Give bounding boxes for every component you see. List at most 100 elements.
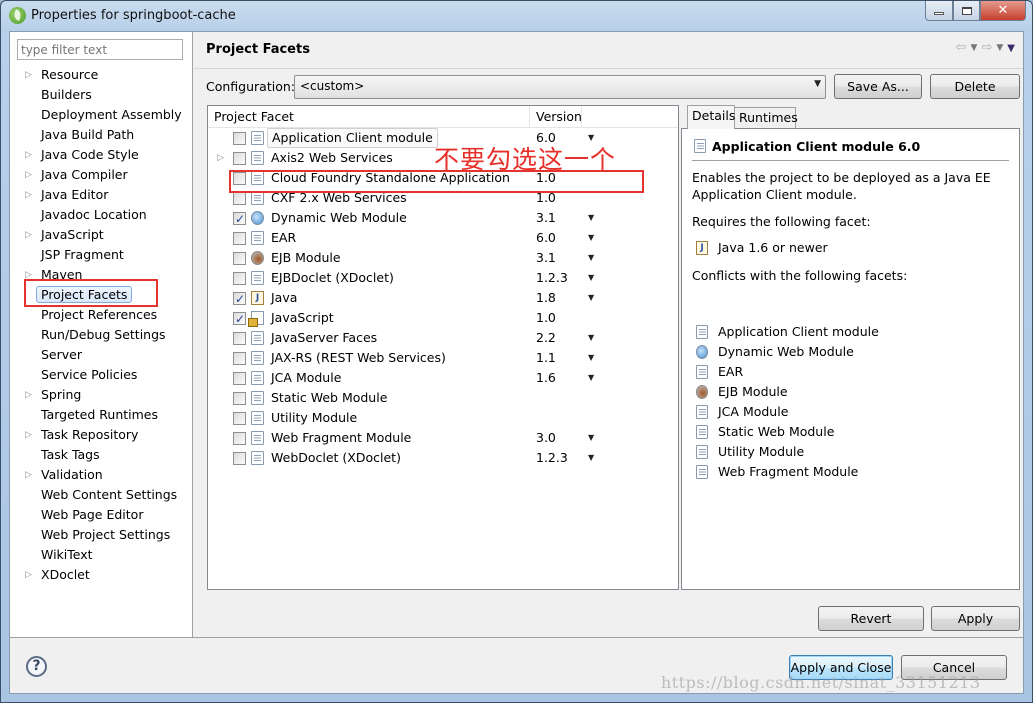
facet-checkbox[interactable] — [233, 152, 246, 165]
facet-checkbox[interactable] — [233, 192, 246, 205]
facet-checkbox[interactable] — [233, 252, 246, 265]
version-dropdown-icon[interactable]: ▼ — [588, 348, 594, 368]
version-dropdown-icon[interactable]: ▼ — [588, 248, 594, 268]
facet-row-web-fragment-module[interactable]: Web Fragment Module 3.0 ▼ — [208, 428, 678, 448]
facet-row-ejb-module[interactable]: EJB Module 3.1 ▼ — [208, 248, 678, 268]
view-menu-icon[interactable]: ▼ — [1007, 43, 1015, 55]
sidebar-item-service-policies[interactable]: Service Policies — [10, 365, 193, 385]
minimize-button[interactable] — [925, 1, 953, 21]
filter-input[interactable] — [17, 39, 183, 60]
expand-arrow-icon[interactable]: ▷ — [217, 148, 224, 168]
expand-arrow-icon[interactable]: ▷ — [25, 425, 32, 445]
expand-arrow-icon[interactable]: ▷ — [25, 145, 32, 165]
expand-arrow-icon[interactable]: ▷ — [25, 565, 32, 585]
expand-arrow-icon[interactable]: ▷ — [25, 65, 32, 85]
facet-checkbox[interactable] — [233, 352, 246, 365]
facet-row-javaserver-faces[interactable]: JavaServer Faces 2.2 ▼ — [208, 328, 678, 348]
facet-version[interactable]: 1.6 — [536, 368, 556, 388]
sidebar-item-java-compiler[interactable]: ▷ Java Compiler — [10, 165, 193, 185]
facet-version[interactable]: 1.1 — [536, 348, 556, 368]
facet-checkbox[interactable] — [233, 432, 246, 445]
sidebar-item-javascript[interactable]: ▷ JavaScript — [10, 225, 193, 245]
facet-version[interactable]: 1.2.3 — [536, 448, 568, 468]
sidebar-item-java-code-style[interactable]: ▷ Java Code Style — [10, 145, 193, 165]
sidebar-item-jsp-fragment[interactable]: JSP Fragment — [10, 245, 193, 265]
facet-row-javascript[interactable]: JavaScript 1.0 — [208, 308, 678, 329]
facet-row-jax-rs-rest-web-services[interactable]: JAX-RS (REST Web Services) 1.1 ▼ — [208, 348, 678, 368]
facet-checkbox[interactable] — [233, 232, 246, 245]
facet-checkbox[interactable] — [233, 452, 246, 465]
facet-checkbox[interactable] — [233, 132, 246, 145]
facet-checkbox[interactable] — [233, 392, 246, 405]
close-button[interactable]: ✕ — [980, 1, 1026, 21]
expand-arrow-icon[interactable]: ▷ — [25, 165, 32, 185]
maximize-button[interactable] — [953, 1, 980, 21]
sidebar-item-validation[interactable]: ▷ Validation — [10, 465, 193, 485]
version-dropdown-icon[interactable]: ▼ — [588, 428, 594, 448]
facet-row-ear[interactable]: EAR 6.0 ▼ — [208, 228, 678, 248]
sidebar-item-task-tags[interactable]: Task Tags — [10, 445, 193, 465]
facet-checkbox[interactable] — [233, 289, 246, 309]
facet-version[interactable]: 1.8 — [536, 288, 556, 308]
sidebar-item-project-references[interactable]: Project References — [10, 305, 193, 325]
facet-version[interactable]: 2.2 — [536, 328, 556, 348]
back-dropdown-icon[interactable]: ▼ — [971, 43, 978, 55]
sidebar-item-spring[interactable]: ▷ Spring — [10, 385, 193, 405]
revert-button[interactable]: Revert — [818, 606, 924, 631]
sidebar-item-javadoc-location[interactable]: Javadoc Location — [10, 205, 193, 225]
sidebar-item-server[interactable]: Server — [10, 345, 193, 365]
expand-arrow-icon[interactable]: ▷ — [25, 225, 32, 245]
sidebar-item-web-project-settings[interactable]: Web Project Settings — [10, 525, 193, 545]
facet-checkbox[interactable] — [233, 412, 246, 425]
sidebar-item-web-page-editor[interactable]: Web Page Editor — [10, 505, 193, 525]
facet-row-utility-module[interactable]: Utility Module — [208, 408, 678, 428]
facet-row-java[interactable]: J Java 1.8 ▼ — [208, 288, 678, 309]
facet-row-webdoclet-xdoclet[interactable]: WebDoclet (XDoclet) 1.2.3 ▼ — [208, 448, 678, 468]
facet-row-cxf-2-x-web-services[interactable]: CXF 2.x Web Services 1.0 — [208, 188, 678, 208]
tab-runtimes[interactable]: Runtimes — [734, 107, 798, 129]
facet-checkbox[interactable] — [233, 372, 246, 385]
save-as-button[interactable]: Save As... — [834, 74, 922, 99]
sidebar-item-run-debug-settings[interactable]: Run/Debug Settings — [10, 325, 193, 345]
sidebar-item-maven[interactable]: ▷ Maven — [10, 265, 193, 285]
facet-version[interactable]: 1.2.3 — [536, 268, 568, 288]
facet-checkbox[interactable] — [233, 272, 246, 285]
sidebar-item-project-facets[interactable]: Project Facets — [10, 285, 193, 305]
facet-version[interactable]: 3.0 — [536, 428, 556, 448]
sidebar-item-java-build-path[interactable]: Java Build Path — [10, 125, 193, 145]
expand-arrow-icon[interactable]: ▷ — [25, 385, 32, 405]
sidebar-item-task-repository[interactable]: ▷ Task Repository — [10, 425, 193, 445]
sidebar-item-resource[interactable]: ▷ Resource — [10, 65, 193, 85]
version-dropdown-icon[interactable]: ▼ — [588, 228, 594, 248]
expand-arrow-icon[interactable]: ▷ — [25, 185, 32, 205]
facet-row-jca-module[interactable]: JCA Module 1.6 ▼ — [208, 368, 678, 388]
help-icon[interactable]: ? — [26, 656, 47, 677]
facet-checkbox[interactable] — [233, 172, 246, 185]
sidebar-item-builders[interactable]: Builders — [10, 85, 193, 105]
facet-checkbox[interactable] — [233, 332, 246, 345]
version-dropdown-icon[interactable]: ▼ — [588, 208, 594, 228]
sidebar-item-xdoclet[interactable]: ▷ XDoclet — [10, 565, 193, 585]
version-dropdown-icon[interactable]: ▼ — [588, 368, 594, 388]
version-dropdown-icon[interactable]: ▼ — [588, 288, 594, 308]
version-dropdown-icon[interactable]: ▼ — [588, 328, 594, 348]
facet-row-ejbdoclet-xdoclet[interactable]: EJBDoclet (XDoclet) 1.2.3 ▼ — [208, 268, 678, 288]
configuration-select[interactable]: <custom> ▼ — [294, 75, 826, 99]
facet-checkbox[interactable] — [233, 209, 246, 229]
forward-arrow-icon[interactable]: ⇨ — [981, 40, 992, 55]
facet-version[interactable]: 3.1 — [536, 208, 556, 228]
tab-details[interactable]: Details — [687, 105, 735, 129]
delete-button[interactable]: Delete — [930, 74, 1020, 99]
facet-row-static-web-module[interactable]: Static Web Module — [208, 388, 678, 408]
expand-arrow-icon[interactable]: ▷ — [25, 265, 32, 285]
facet-version[interactable]: 6.0 — [536, 228, 556, 248]
sidebar-item-deployment-assembly[interactable]: Deployment Assembly — [10, 105, 193, 125]
sidebar-item-wikitext[interactable]: WikiText — [10, 545, 193, 565]
version-dropdown-icon[interactable]: ▼ — [588, 448, 594, 468]
column-header-version[interactable]: Version — [530, 106, 582, 128]
forward-dropdown-icon[interactable]: ▼ — [996, 43, 1003, 55]
sidebar-item-web-content-settings[interactable]: Web Content Settings — [10, 485, 193, 505]
apply-button[interactable]: Apply — [931, 606, 1020, 631]
back-arrow-icon[interactable]: ⇦ — [956, 40, 967, 55]
sidebar-item-targeted-runtimes[interactable]: Targeted Runtimes — [10, 405, 193, 425]
